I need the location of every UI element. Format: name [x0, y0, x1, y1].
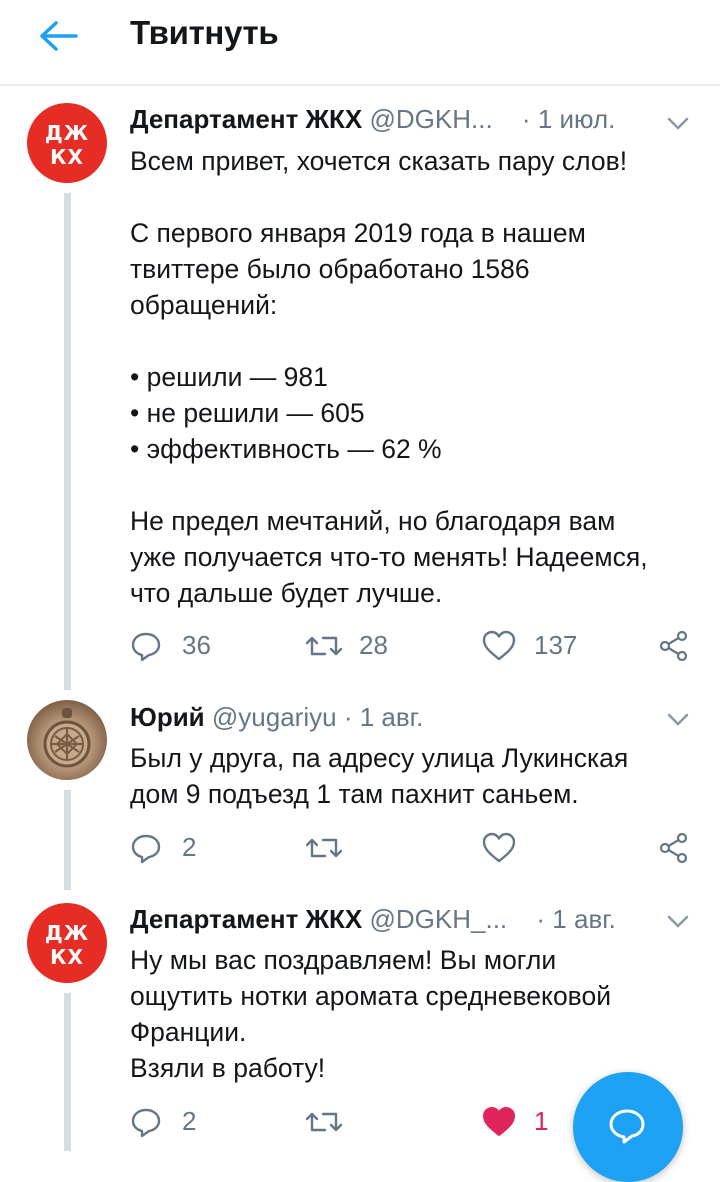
retweet-icon — [305, 1112, 343, 1132]
reply-icon — [131, 834, 161, 864]
retweet-count: 28 — [359, 630, 388, 660]
arrow-left-icon[interactable] — [36, 18, 80, 54]
retweet-button[interactable] — [305, 1102, 365, 1142]
tweet-text: Был у друга, па адресу улица Лукинская д… — [130, 743, 629, 809]
tweet-actions: 36 28 137 — [0, 626, 720, 666]
author-handle[interactable]: @DGKH... — [370, 104, 493, 134]
reply-count: 2 — [182, 1106, 197, 1136]
avatar[interactable]: ДЖ КХ — [27, 903, 107, 983]
tweet-text: Всем привет, хочется сказать пару слов! … — [130, 146, 648, 608]
chevron-down-icon[interactable] — [666, 116, 690, 132]
share-button[interactable] — [658, 626, 692, 666]
chevron-down-icon[interactable] — [666, 914, 690, 930]
reply-button[interactable]: 2 — [130, 828, 230, 868]
retweet-button[interactable] — [305, 828, 365, 868]
tweet-header: Департамент ЖКХ @DGKH... · 1 июл. — [130, 104, 615, 135]
share-icon — [659, 832, 688, 864]
separator: · — [343, 702, 353, 732]
like-button[interactable]: 1 — [482, 1102, 562, 1142]
tweet-text: Ну мы вас поздравляем! Вы могли ощутить … — [130, 945, 611, 1083]
reply-button[interactable]: 2 — [130, 1102, 230, 1142]
reply-icon — [131, 632, 161, 662]
tweet-actions: 2 — [0, 828, 720, 868]
share-button[interactable] — [658, 828, 692, 868]
separator: · — [536, 904, 546, 934]
retweet-button[interactable]: 28 — [305, 626, 405, 666]
thread-line — [64, 193, 71, 690]
like-count: 1 — [534, 1106, 549, 1136]
share-icon — [659, 630, 688, 662]
separator: · — [521, 104, 531, 134]
pendant-emblem-icon — [43, 708, 91, 768]
like-button[interactable]: 137 — [482, 626, 602, 666]
chevron-down-icon[interactable] — [666, 712, 690, 728]
heart-icon — [482, 630, 516, 661]
heart-icon — [482, 832, 516, 863]
reply-count: 2 — [182, 832, 197, 862]
avatar[interactable] — [27, 700, 107, 780]
tweet-header: Юрий @yugariyu · 1 авг. — [130, 702, 423, 733]
retweet-icon — [305, 838, 343, 858]
like-count: 137 — [534, 630, 578, 660]
tweet-date[interactable]: 1 авг. — [552, 904, 616, 934]
tweet-date[interactable]: 1 авг. — [360, 702, 424, 732]
top-bar: Твитнуть — [0, 0, 720, 86]
page-title: Твитнуть — [130, 14, 279, 51]
avatar[interactable]: ДЖ КХ — [27, 103, 107, 183]
reply-button[interactable]: 36 — [130, 626, 230, 666]
author-name[interactable]: Департамент ЖКХ — [130, 104, 362, 134]
tweet-date[interactable]: 1 июл. — [538, 104, 616, 134]
author-name[interactable]: Юрий — [130, 702, 205, 732]
reply-count: 36 — [182, 630, 211, 660]
like-button[interactable] — [482, 828, 542, 868]
reply-icon — [131, 1108, 161, 1138]
tweet-header: Департамент ЖКХ @DGKH_... · 1 авг. — [130, 904, 616, 935]
author-handle[interactable]: @yugariyu — [212, 702, 337, 732]
heart-filled-icon — [483, 1107, 515, 1136]
compose-icon — [609, 1109, 645, 1144]
author-handle[interactable]: @DGKH_... — [370, 904, 508, 934]
author-name[interactable]: Департамент ЖКХ — [130, 904, 362, 934]
compose-button[interactable] — [573, 1072, 683, 1182]
retweet-icon — [305, 636, 343, 656]
